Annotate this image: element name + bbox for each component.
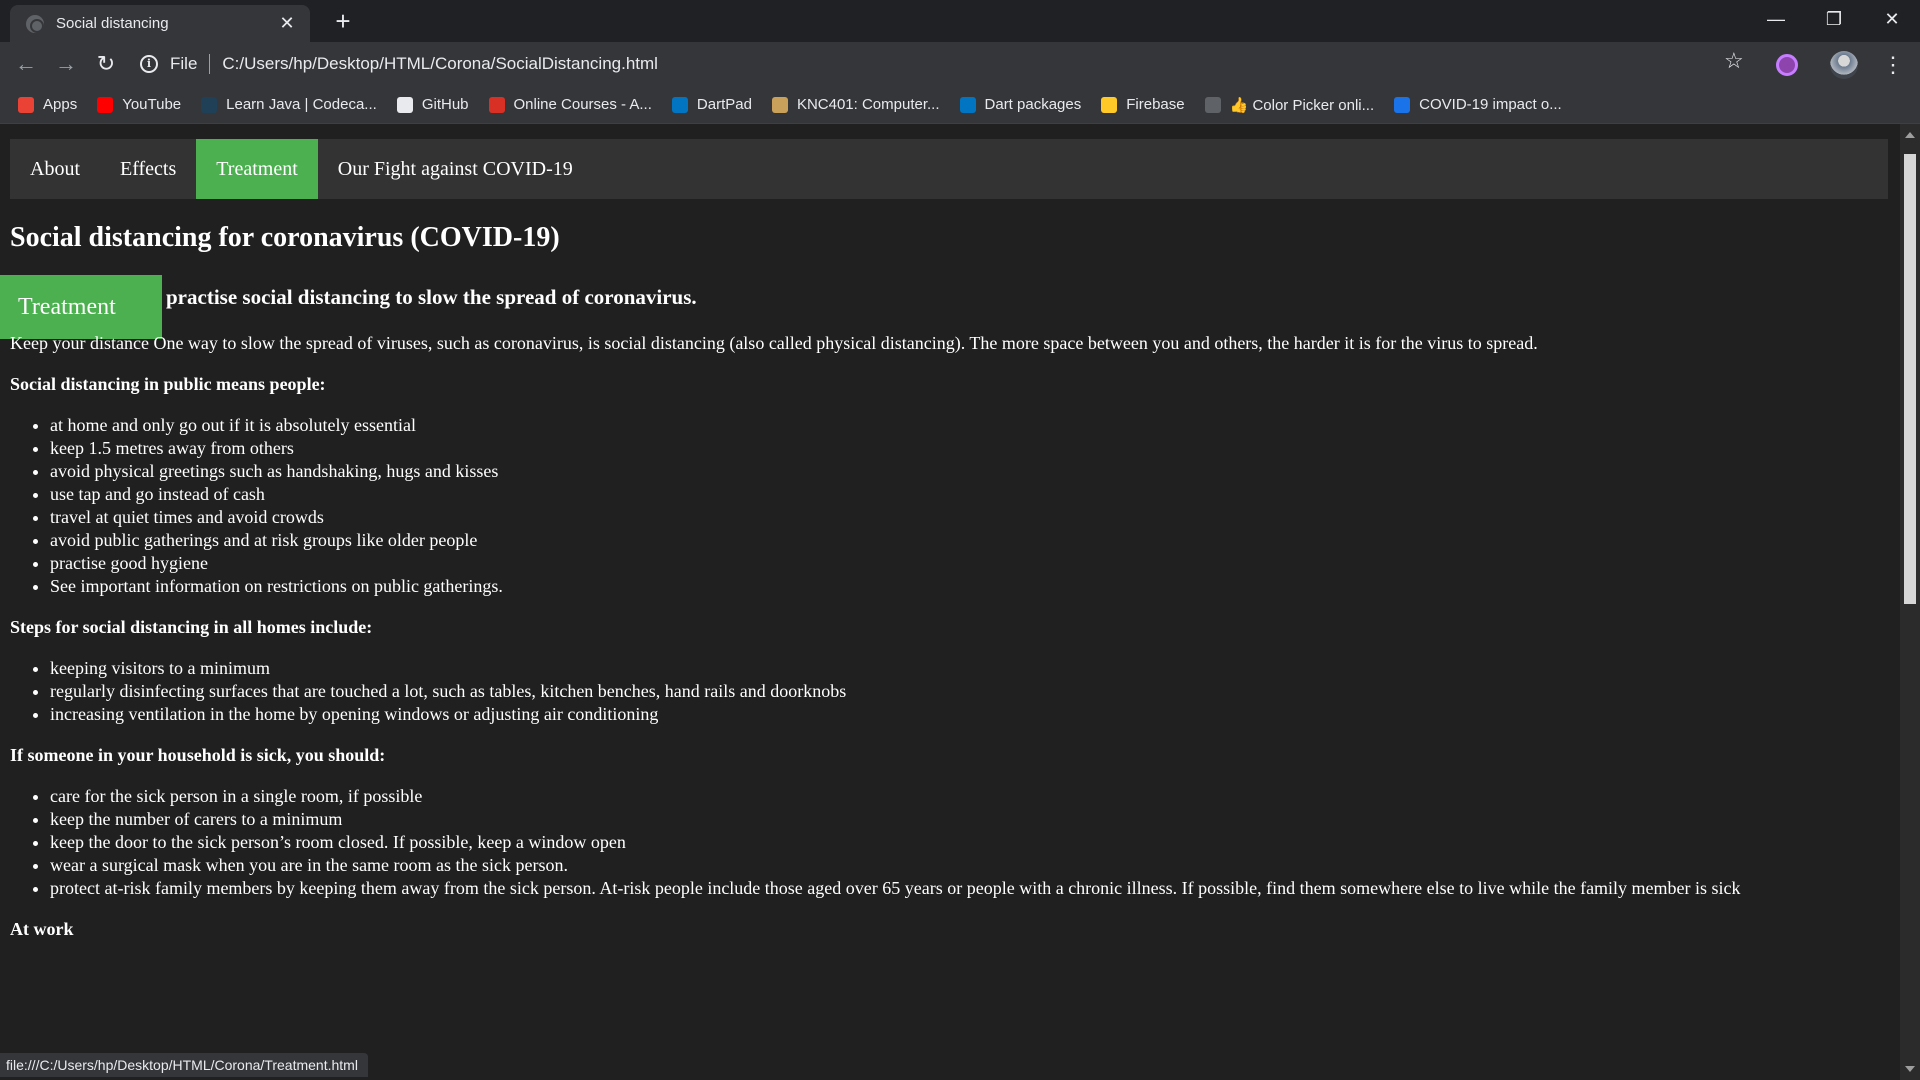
bookmark-label: Online Courses - A... (513, 96, 652, 113)
vertical-scrollbar[interactable] (1900, 124, 1920, 1080)
bookmark-item[interactable]: 👍 Color Picker onli... (1204, 96, 1375, 114)
section-title: At work (10, 919, 74, 939)
github-icon (396, 96, 413, 113)
bookmark-item[interactable]: DartPad (671, 96, 752, 113)
list-item: keeping visitors to a minimum (50, 657, 1890, 680)
reload-icon[interactable]: ↻ (90, 48, 122, 80)
bookmark-item[interactable]: Firebase (1101, 96, 1185, 113)
color-picker-icon (1204, 96, 1221, 113)
back-arrow-icon[interactable]: ← (10, 48, 42, 80)
new-tab-button[interactable]: + (325, 5, 361, 37)
codecademy-icon (201, 96, 218, 113)
address-bar[interactable]: i File C:/Users/hp/Desktop/HTML/Corona/S… (140, 48, 1740, 80)
main-content: Keep your distance One way to slow the s… (10, 332, 1890, 959)
list-item: keep the door to the sick person’s room … (50, 831, 1890, 854)
nav-link-effects[interactable]: Effects (100, 139, 196, 199)
bookmark-label: DartPad (696, 96, 752, 113)
bookmark-label: Firebase (1126, 96, 1185, 113)
bookmark-item[interactable]: Apps (18, 96, 77, 113)
page-viewport: About Effects Treatment Our Fight against C… (0, 124, 1900, 1080)
scroll-up-icon[interactable] (1905, 132, 1915, 138)
bookmark-item[interactable]: Dart packages (959, 96, 1082, 113)
divider (209, 54, 211, 74)
bookmark-label: Dart packages (984, 96, 1082, 113)
list-item: keep the number of carers to a minimum (50, 808, 1890, 831)
section-title: If someone in your household is sick, yo… (10, 745, 386, 765)
bookmark-label: Learn Java | Codeca... (226, 96, 377, 113)
firebase-icon (1101, 96, 1118, 113)
globe-icon (26, 14, 44, 33)
section-title: Steps for social distancing in all homes… (10, 617, 373, 637)
bookmark-item[interactable]: Online Courses - A... (488, 96, 652, 113)
bookmark-item[interactable]: Learn Java | Codeca... (201, 96, 377, 113)
list-item: use tap and go instead of cash (50, 483, 1890, 506)
status-url: file:///C:/Users/hp/Desktop/HTML/Corona/… (0, 1053, 368, 1077)
bookmark-item[interactable]: KNC401: Computer... (771, 96, 940, 113)
section-title: Social distancing in public means people… (10, 374, 326, 394)
forward-arrow-icon[interactable]: → (50, 48, 82, 80)
youtube-icon (97, 96, 114, 113)
list-item: See important information on restriction… (50, 575, 1890, 598)
nav-link-our-fight-against-covid-19[interactable]: Our Fight against COVID-19 (318, 139, 593, 199)
list-item: protect at-risk family members by keepin… (50, 877, 1890, 900)
close-tab-icon[interactable]: ✕ (276, 13, 298, 34)
bookmark-star-icon[interactable]: ☆ (1724, 48, 1744, 74)
scroll-down-icon[interactable] (1905, 1066, 1915, 1072)
restore-icon[interactable]: ❐ (1806, 0, 1862, 38)
url-text[interactable]: C:/Users/hp/Desktop/HTML/Corona/SocialDi… (222, 54, 658, 74)
nav-link-treatment[interactable]: Treatment (196, 139, 318, 199)
extension-icon[interactable] (1776, 54, 1798, 76)
dh-icon (1394, 96, 1411, 113)
list-item: keep 1.5 metres away from others (50, 437, 1890, 460)
apps-grid-icon (18, 96, 34, 113)
bookmark-item[interactable]: COVID-19 impact o... (1394, 96, 1562, 113)
knc-icon (771, 96, 788, 113)
more-menu-icon[interactable]: ⋮ (1882, 50, 1904, 80)
page-subheading: practise social distancing to slow the s… (166, 285, 697, 309)
list-item: regularly disinfecting surfaces that are… (50, 680, 1890, 703)
dart-icon (959, 96, 976, 113)
bullet-list: keeping visitors to a minimumregularly d… (50, 657, 1890, 726)
profile-avatar[interactable] (1830, 51, 1858, 79)
page-title: Social distancing for coronavirus (COVID… (10, 222, 560, 253)
window-close-icon[interactable]: ✕ (1864, 0, 1920, 38)
browser-tab[interactable]: Social distancing ✕ (10, 5, 310, 42)
list-item: care for the sick person in a single roo… (50, 785, 1890, 808)
site-navbar: About Effects Treatment Our Fight against C… (10, 139, 1888, 199)
tab-title: Social distancing (56, 15, 169, 32)
bookmark-label: YouTube (122, 96, 182, 113)
bookmarks-bar: Apps YouTube Learn Java | Codeca... GitHub O… (0, 86, 1920, 124)
bookmark-label: 👍 Color Picker onli... (1229, 96, 1375, 114)
browser-toolbar: ← → ↻ i File C:/Users/hp/Desktop/HTML/Co… (0, 42, 1920, 86)
info-icon[interactable]: i (140, 55, 158, 73)
nptel-icon (488, 96, 505, 113)
list-item: increasing ventilation in the home by op… (50, 703, 1890, 726)
list-item: wear a surgical mask when you are in the… (50, 854, 1890, 877)
bookmark-item[interactable]: GitHub (396, 96, 469, 113)
dart-icon (671, 96, 688, 113)
intro-paragraph: Keep your distance One way to slow the s… (10, 333, 1538, 353)
bookmark-label: Apps (43, 96, 78, 113)
list-item: at home and only go out if it is absolut… (50, 414, 1890, 437)
url-scheme: File (170, 54, 198, 73)
list-item: practise good hygiene (50, 552, 1890, 575)
treatment-float-button[interactable]: Treatment (0, 275, 162, 339)
bullet-list: at home and only go out if it is absolut… (50, 414, 1890, 598)
list-item: travel at quiet times and avoid crowds (50, 506, 1890, 529)
bookmark-label: GitHub (421, 96, 469, 113)
bookmark-label: COVID-19 impact o... (1419, 96, 1562, 113)
scroll-thumb[interactable] (1904, 154, 1916, 604)
minimize-icon[interactable]: — (1748, 0, 1804, 38)
nav-link-about[interactable]: About (10, 139, 100, 199)
bookmark-item[interactable]: YouTube (97, 96, 181, 113)
tab-strip: Social distancing ✕ + — ❐ ✕ (0, 0, 1920, 42)
list-item: avoid public gatherings and at risk grou… (50, 529, 1890, 552)
bullet-list: care for the sick person in a single roo… (50, 785, 1890, 900)
list-item: avoid physical greetings such as handsha… (50, 460, 1890, 483)
bookmark-label: KNC401: Computer... (796, 96, 940, 113)
